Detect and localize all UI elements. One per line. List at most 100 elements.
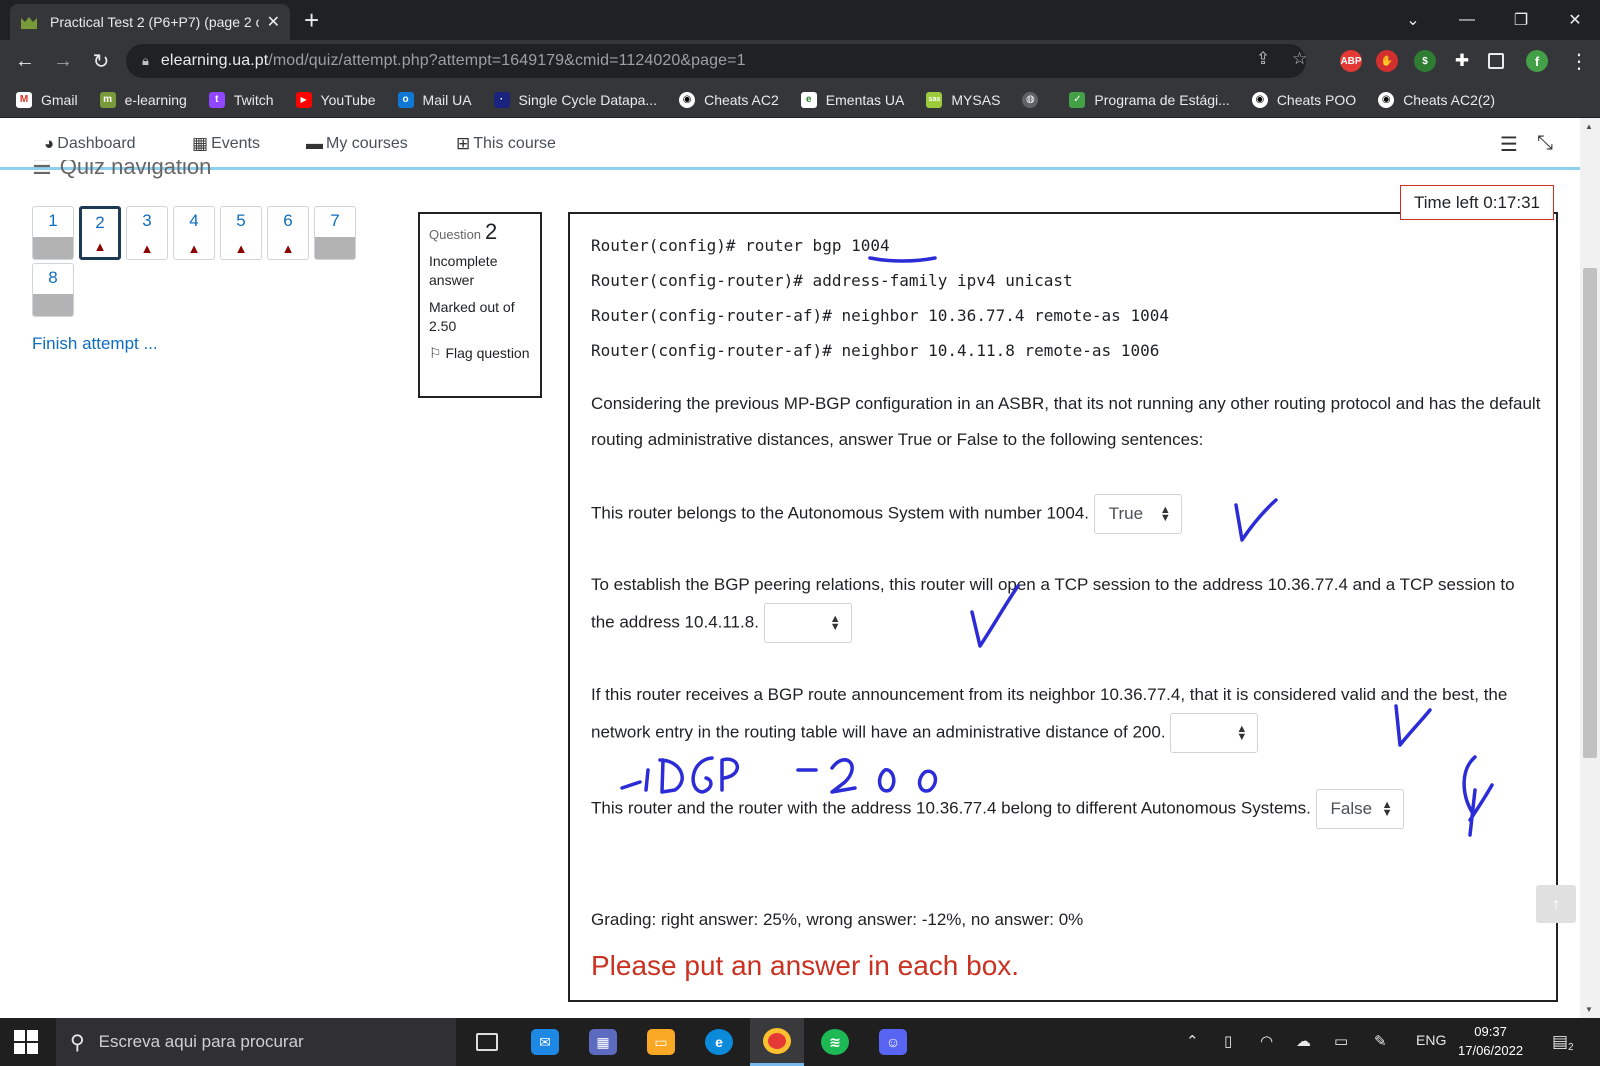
bookmark-mail-ua[interactable]: o Mail UA bbox=[397, 91, 472, 108]
minimize-button[interactable]: — bbox=[1440, 0, 1494, 40]
scroll-up-icon[interactable]: ▲ bbox=[1585, 122, 1593, 131]
side-panel-icon[interactable] bbox=[1488, 53, 1504, 69]
windows-start-icon[interactable] bbox=[14, 1030, 38, 1054]
flag-question-link[interactable]: ⚐ Flag question bbox=[429, 344, 531, 363]
bookmark-ementas-ua[interactable]: e Ementas UA bbox=[800, 91, 904, 108]
language-indicator[interactable]: ENG bbox=[1416, 1032, 1446, 1048]
extensions-puzzle-icon[interactable]: ✚ bbox=[1451, 50, 1473, 72]
bookmark-cheats-ac2[interactable]: ◉ Cheats AC2 bbox=[679, 91, 779, 108]
taskbar-search-box[interactable]: ⚲ Escreva aqui para procurar bbox=[56, 1018, 456, 1066]
bookmark-youtube[interactable]: ▶ YouTube bbox=[295, 91, 376, 108]
code-line-3: Router(config-router-af)# neighbor 10.36… bbox=[591, 306, 1169, 325]
forward-icon[interactable]: → bbox=[50, 48, 76, 74]
store-app-icon[interactable]: ▦ bbox=[576, 1018, 630, 1066]
scroll-down-icon[interactable]: ▼ bbox=[1585, 1005, 1593, 1014]
back-icon[interactable]: ← bbox=[12, 48, 38, 74]
mail-app-icon[interactable]: ✉ bbox=[518, 1018, 572, 1066]
pen-icon[interactable]: ✎ bbox=[1374, 1032, 1387, 1050]
collapse-fullscreen-icon[interactable]: ⤡ bbox=[1537, 132, 1553, 155]
bookmark-star-icon[interactable]: ☆ bbox=[1292, 49, 1307, 69]
browser-menu-icon[interactable]: ⋮ bbox=[1566, 48, 1592, 74]
wifi-icon[interactable]: ◠ bbox=[1260, 1032, 1273, 1050]
spotify-app-icon[interactable]: ≋ bbox=[808, 1018, 862, 1066]
answer-select-3[interactable]: ▲ ▼ bbox=[1170, 713, 1259, 753]
flag-icon: ⚐ bbox=[429, 345, 442, 361]
scroll-to-top-button[interactable]: ↑ bbox=[1536, 885, 1576, 923]
url-path: /mod/quiz/attempt.php?attempt=1649179&cm… bbox=[268, 52, 746, 69]
question-intro: Considering the previous MP-BGP configur… bbox=[591, 394, 1541, 449]
profile-avatar[interactable]: f bbox=[1526, 50, 1548, 72]
bookmark-globe[interactable]: ◍ bbox=[1022, 91, 1047, 108]
clock-date: 17/06/2022 bbox=[1458, 1043, 1524, 1058]
bookmark-elearning[interactable]: m e-learning bbox=[99, 91, 187, 108]
nav-my-courses[interactable]: ▬ My courses bbox=[306, 134, 408, 154]
browser-tab[interactable]: Practical Test 2 (P6+P7) (page 2 o ✕ bbox=[10, 4, 290, 40]
close-window-button[interactable]: ✕ bbox=[1548, 0, 1600, 40]
quiz-nav-button-5[interactable]: 5 ▲ bbox=[220, 206, 262, 260]
bookmark-single-cycle[interactable]: · Single Cycle Datapa... bbox=[493, 91, 657, 108]
toggle-drawer-icon[interactable]: ☰ bbox=[1500, 132, 1518, 157]
quiz-nav-button-2[interactable]: 2 ▲ bbox=[79, 206, 121, 260]
bookmark-mysas[interactable]: sas MYSAS bbox=[926, 91, 1000, 108]
bookmark-gmail[interactable]: M Gmail bbox=[16, 91, 78, 108]
page-scrollbar[interactable]: ▲ ▼ bbox=[1580, 118, 1600, 1018]
bookmark-cheats-ac2-2[interactable]: ◉ Cheats AC2(2) bbox=[1378, 91, 1495, 108]
url-host: elearning.ua.pt bbox=[160, 52, 269, 69]
code-line-1: Router(config)# router bgp 1004 bbox=[591, 236, 890, 255]
bookmark-programa-estagio[interactable]: ✓ Programa de Estági... bbox=[1069, 91, 1230, 108]
tab-search-icon[interactable]: ⌄ bbox=[1386, 0, 1440, 40]
taskbar-clock[interactable]: 09:37 17/06/2022 bbox=[1458, 1022, 1523, 1060]
tab-close-icon[interactable]: ✕ bbox=[267, 12, 280, 32]
quiz-navigation-title: ☰ Quiz navigation bbox=[32, 160, 211, 180]
browser-tab-strip: Practical Test 2 (P6+P7) (page 2 o ✕ + ⌄… bbox=[0, 0, 1600, 40]
answer-select-4[interactable]: False ▲ ▼ bbox=[1315, 789, 1404, 829]
bookmark-twitch[interactable]: t Twitch bbox=[208, 91, 274, 108]
edge-browser-icon[interactable]: e bbox=[692, 1018, 746, 1066]
calendar-icon: ▦ bbox=[192, 134, 209, 153]
clock-time: 09:37 bbox=[1474, 1024, 1507, 1039]
quiz-nav-button-4[interactable]: 4 ▲ bbox=[173, 206, 215, 260]
bookmark-cheats-poo[interactable]: ◉ Cheats POO bbox=[1251, 91, 1356, 108]
tray-overflow-icon[interactable]: ⌃ bbox=[1186, 1032, 1199, 1050]
question-marks: Marked out of 2.50 bbox=[429, 299, 515, 334]
scrollbar-thumb[interactable] bbox=[1583, 268, 1597, 758]
quiz-timer: Time left 0:17:31 bbox=[1400, 185, 1554, 220]
moodle-favicon-icon bbox=[21, 17, 37, 29]
chrome-browser-icon[interactable] bbox=[750, 1018, 804, 1066]
quiz-nav-button-7[interactable]: 7 bbox=[314, 206, 356, 260]
answer-select-1[interactable]: True ▲ ▼ bbox=[1093, 494, 1182, 534]
answer-select-2[interactable]: ▲ ▼ bbox=[763, 603, 852, 643]
nav-this-course[interactable]: ⊞ This course bbox=[456, 134, 556, 154]
quiz-nav-button-8[interactable]: 8 bbox=[32, 263, 74, 317]
incomplete-triangle-icon: ▲ bbox=[281, 240, 295, 256]
battery-icon[interactable]: ▭ bbox=[1334, 1032, 1348, 1050]
statement-2-text: To establish the BGP peering relations, … bbox=[591, 575, 1515, 632]
notifications-icon[interactable]: ▤ bbox=[1552, 1032, 1568, 1052]
new-tab-button[interactable]: + bbox=[304, 6, 319, 34]
adblock-icon[interactable]: ABP bbox=[1340, 50, 1362, 72]
share-icon[interactable]: ⇪ bbox=[1256, 49, 1270, 69]
globe-icon: ◍ bbox=[1022, 91, 1039, 108]
quiz-nav-button-3[interactable]: 3 ▲ bbox=[126, 206, 168, 260]
nav-dashboard[interactable]: ◕ Dashboard bbox=[44, 134, 136, 154]
moodle-navbar: ◕ Dashboard ▦ Events ▬ My courses ⊞ This cou… bbox=[0, 118, 1580, 170]
reload-icon[interactable]: ↻ bbox=[88, 48, 114, 74]
select-arrows-icon: ▲ ▼ bbox=[1159, 504, 1171, 524]
hamburger-icon[interactable]: ☰ bbox=[32, 160, 52, 179]
incomplete-triangle-icon: ▲ bbox=[93, 238, 107, 254]
discord-app-icon[interactable]: ☺ bbox=[866, 1018, 920, 1066]
extension-dollar-icon[interactable]: $ bbox=[1414, 50, 1436, 72]
select-arrows-icon: ▲ ▼ bbox=[1236, 723, 1248, 743]
quiz-nav-button-6[interactable]: 6 ▲ bbox=[267, 206, 309, 260]
onedrive-icon[interactable]: ☁ bbox=[1296, 1032, 1311, 1050]
incomplete-triangle-icon: ▲ bbox=[234, 240, 248, 256]
finish-attempt-link[interactable]: Finish attempt ... bbox=[32, 334, 158, 354]
extension-hand-icon[interactable]: ✋ bbox=[1376, 50, 1398, 72]
nav-events[interactable]: ▦ Events bbox=[192, 134, 260, 154]
address-bar[interactable]: 🔒︎ elearning.ua.pt/mod/quiz/attempt.php?… bbox=[126, 44, 1306, 78]
file-explorer-icon[interactable]: ▭ bbox=[634, 1018, 688, 1066]
task-view-icon[interactable] bbox=[460, 1018, 514, 1066]
quiz-nav-button-1[interactable]: 1 bbox=[32, 206, 74, 260]
restore-button[interactable]: ❐ bbox=[1494, 0, 1548, 40]
tray-device-icon[interactable]: ▯ bbox=[1224, 1032, 1232, 1050]
